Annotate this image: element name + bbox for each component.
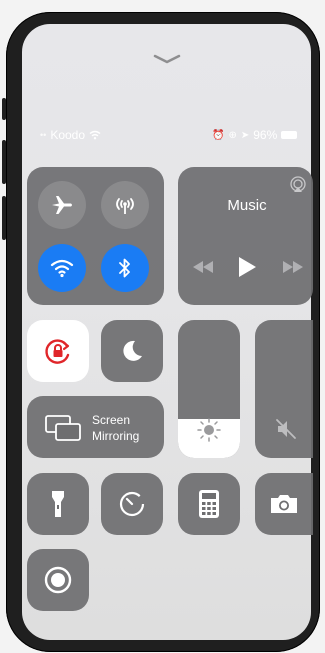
screen-recording-button[interactable] [27,549,89,611]
calculator-button[interactable] [178,473,240,535]
bluetooth-icon [119,258,130,278]
camera-button[interactable] [255,473,313,535]
timer-button[interactable] [101,473,163,535]
rotation-lock-icon [45,339,70,364]
airplane-icon [52,196,72,214]
wifi-icon [50,259,74,278]
flashlight-button[interactable] [27,473,89,535]
screen-mirroring-label-line1: Screen [92,413,131,427]
rewind-icon[interactable] [193,261,213,273]
location-icon: ➤ [240,129,250,141]
wifi-toggle[interactable] [38,244,86,292]
screen-mirroring-label-line2: Mirroring [92,429,140,443]
wifi-status-icon [89,130,101,140]
screen-mirroring-icon [45,415,81,441]
carrier-label: Koodo [50,128,86,142]
bluetooth-toggle[interactable] [101,244,149,292]
airplay-icon[interactable] [289,176,307,194]
status-right: ⏰ ⊕ ➤ 96% [212,128,298,142]
play-icon[interactable] [238,257,256,277]
status-left: •• Koodo [40,128,101,142]
calculator-icon [199,490,219,518]
volume-slider[interactable] [255,320,313,458]
fast-forward-icon[interactable] [283,261,303,273]
rotation-lock-toggle[interactable] [27,320,89,382]
alarm-icon: ⏰ [212,129,225,141]
battery-percent: 96% [253,128,278,142]
battery-icon [281,131,298,139]
sun-icon [197,418,221,442]
music-title: Music [227,197,267,214]
airplane-mode-toggle[interactable] [38,181,86,229]
speaker-muted-icon [276,419,296,439]
cellular-data-toggle[interactable] [101,181,149,229]
flashlight-icon [52,491,64,517]
timer-icon [119,491,145,517]
orientation-lock-status-icon: ⊕ [228,129,237,141]
side-button-volume-up [2,140,6,184]
camera-icon [271,495,297,513]
signal-dots: •• [40,130,47,140]
side-button-volume-down [2,196,6,240]
side-button-mute [2,98,6,120]
chevron-down-icon[interactable] [152,52,182,66]
moon-icon [123,340,142,361]
brightness-slider[interactable] [178,320,240,458]
screen-record-icon [44,566,72,594]
cellular-antenna-icon [116,198,134,214]
do-not-disturb-toggle[interactable] [101,320,163,382]
